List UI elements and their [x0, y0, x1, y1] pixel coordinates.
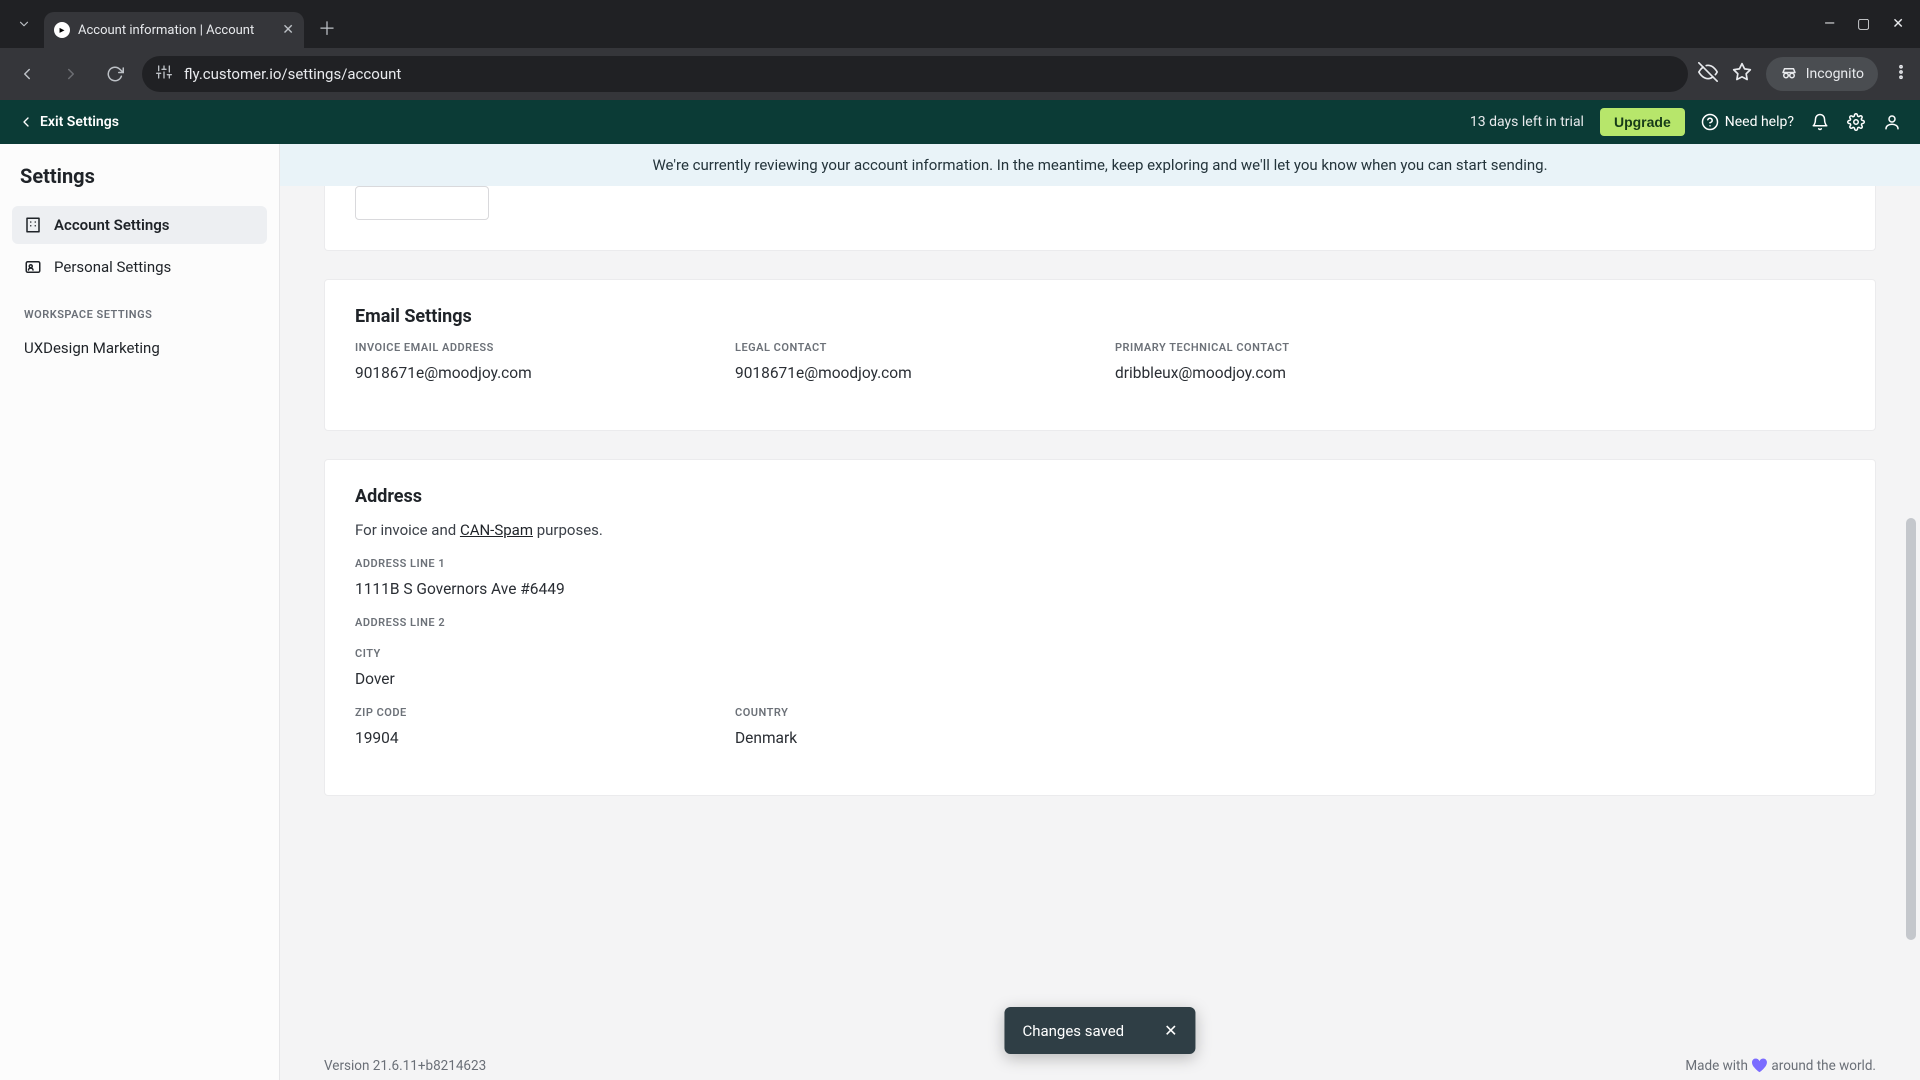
app-header: Exit Settings 13 days left in trial Upgr…	[0, 100, 1920, 144]
prev-section-card	[324, 186, 1876, 251]
tab-search-dropdown[interactable]	[8, 8, 40, 40]
need-help-link[interactable]: Need help?	[1701, 113, 1794, 131]
field-value: Denmark	[735, 729, 1075, 747]
footer-text: Made with	[1685, 1058, 1751, 1074]
field-label: INVOICE EMAIL ADDRESS	[355, 341, 695, 354]
site-settings-icon[interactable]	[156, 64, 172, 84]
sidebar-item-label: UXDesign Marketing	[24, 339, 160, 357]
field-label: CITY	[355, 647, 1845, 660]
notifications-icon[interactable]	[1810, 112, 1830, 132]
bookmark-star-icon[interactable]	[1732, 62, 1752, 86]
version-text: Version 21.6.11+b8214623	[324, 1058, 486, 1074]
field-value: Dover	[355, 670, 1845, 688]
desc-text: purposes.	[533, 521, 603, 539]
trial-days-text: 13 days left in trial	[1470, 114, 1584, 130]
address-title: Address	[355, 486, 1845, 507]
input-placeholder[interactable]	[355, 186, 489, 220]
sidebar-item-label: Account Settings	[54, 216, 170, 234]
toast-close-icon[interactable]: ✕	[1164, 1021, 1177, 1040]
footer-text: around the world.	[1768, 1058, 1876, 1074]
toast-notification: Changes saved ✕	[1004, 1007, 1195, 1054]
email-settings-card: Email Settings INVOICE EMAIL ADDRESS 901…	[324, 279, 1876, 431]
country-field: COUNTRY Denmark	[735, 706, 1075, 747]
exit-settings-label: Exit Settings	[40, 114, 119, 130]
incognito-label: Incognito	[1806, 66, 1864, 82]
building-icon	[24, 216, 42, 234]
window-controls: — ▢ ✕	[1824, 16, 1912, 32]
field-value: 9018671e@moodjoy.com	[735, 364, 1075, 382]
field-value: dribbleux@moodjoy.com	[1115, 364, 1455, 382]
window-close-icon[interactable]: ✕	[1892, 16, 1904, 32]
address-line2-field: ADDRESS LINE 2	[355, 616, 1845, 629]
sidebar-group-label: WORKSPACE SETTINGS	[12, 290, 267, 329]
chevron-left-icon	[18, 114, 34, 130]
exit-settings-link[interactable]: Exit Settings	[18, 114, 119, 130]
review-info-banner: We're currently reviewing your account i…	[280, 144, 1920, 186]
browser-menu-icon[interactable]	[1892, 63, 1910, 85]
browser-tab[interactable]: ▸ Account information | Account ✕	[44, 12, 304, 48]
field-label: COUNTRY	[735, 706, 1075, 719]
scrollbar[interactable]	[1904, 144, 1918, 1080]
email-settings-title: Email Settings	[355, 306, 1845, 327]
field-value: 9018671e@moodjoy.com	[355, 364, 695, 382]
settings-gear-icon[interactable]	[1846, 112, 1866, 132]
zip-field: ZIP CODE 19904	[355, 706, 695, 747]
field-value: 19904	[355, 729, 695, 747]
address-line1-field: ADDRESS LINE 1 1111B S Governors Ave #64…	[355, 557, 1845, 598]
new-tab-button[interactable]: ＋	[318, 15, 336, 41]
id-card-icon	[24, 258, 42, 276]
account-avatar-icon[interactable]	[1882, 112, 1902, 132]
sidebar-title: Settings	[12, 164, 267, 206]
window-maximize-icon[interactable]: ▢	[1857, 16, 1870, 32]
help-circle-icon	[1701, 113, 1719, 131]
field-label: ADDRESS LINE 1	[355, 557, 1845, 570]
sidebar-item-personal-settings[interactable]: Personal Settings	[12, 248, 267, 286]
url-text: fly.customer.io/settings/account	[184, 65, 401, 83]
made-with-text: Made with 💜 around the world.	[1685, 1058, 1876, 1074]
field-label: PRIMARY TECHNICAL CONTACT	[1115, 341, 1455, 354]
field-label: LEGAL CONTACT	[735, 341, 1075, 354]
main-content: We're currently reviewing your account i…	[280, 144, 1920, 1080]
sidebar-item-workspace[interactable]: UXDesign Marketing	[12, 329, 267, 367]
toast-text: Changes saved	[1022, 1022, 1124, 1040]
desc-text: For invoice and	[355, 521, 460, 539]
heart-icon: 💜	[1751, 1058, 1768, 1074]
browser-toolbar: fly.customer.io/settings/account Incogni…	[0, 48, 1920, 100]
window-minimize-icon[interactable]: —	[1824, 16, 1835, 32]
content-scroll-area[interactable]: Email Settings INVOICE EMAIL ADDRESS 901…	[280, 186, 1920, 1076]
sidebar-item-account-settings[interactable]: Account Settings	[12, 206, 267, 244]
technical-contact-field: PRIMARY TECHNICAL CONTACT dribbleux@mood…	[1115, 341, 1455, 382]
browser-tab-strip: ▸ Account information | Account ✕ ＋ — ▢ …	[0, 0, 1920, 48]
nav-reload-button[interactable]	[98, 57, 132, 91]
address-description: For invoice and CAN-Spam purposes.	[355, 521, 1845, 539]
upgrade-button[interactable]: Upgrade	[1600, 108, 1685, 136]
page-footer: Version 21.6.11+b8214623 Made with 💜 aro…	[324, 1058, 1876, 1074]
city-field: CITY Dover	[355, 647, 1845, 688]
legal-contact-field: LEGAL CONTACT 9018671e@moodjoy.com	[735, 341, 1075, 382]
address-bar[interactable]: fly.customer.io/settings/account	[142, 56, 1688, 92]
settings-sidebar: Settings Account Settings Personal Setti…	[0, 144, 280, 1080]
tab-title: Account information | Account	[78, 23, 254, 38]
incognito-icon	[1780, 65, 1798, 83]
eye-off-icon[interactable]	[1698, 62, 1718, 86]
field-label: ADDRESS LINE 2	[355, 616, 1845, 629]
address-card: Address For invoice and CAN-Spam purpose…	[324, 459, 1876, 796]
field-label: ZIP CODE	[355, 706, 695, 719]
invoice-email-field: INVOICE EMAIL ADDRESS 9018671e@moodjoy.c…	[355, 341, 695, 382]
nav-forward-button[interactable]	[54, 57, 88, 91]
can-spam-link[interactable]: CAN-Spam	[460, 521, 533, 539]
nav-back-button[interactable]	[10, 57, 44, 91]
incognito-badge[interactable]: Incognito	[1766, 57, 1878, 91]
sidebar-item-label: Personal Settings	[54, 258, 171, 276]
scrollbar-thumb[interactable]	[1906, 518, 1916, 939]
tab-favicon-icon: ▸	[54, 22, 70, 38]
field-value: 1111B S Governors Ave #6449	[355, 580, 1845, 598]
tab-close-icon[interactable]: ✕	[282, 22, 294, 38]
need-help-label: Need help?	[1725, 114, 1794, 130]
